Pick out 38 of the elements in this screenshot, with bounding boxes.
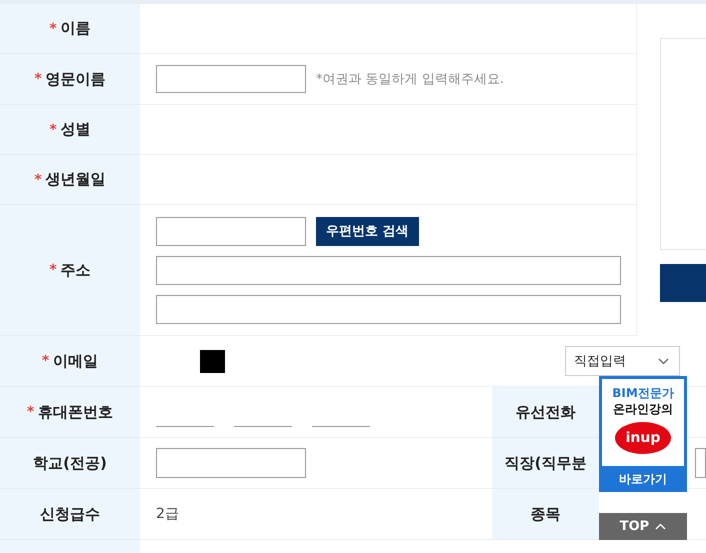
input-field[interactable] <box>156 256 621 284</box>
field-label: 이메일 <box>53 352 98 370</box>
redaction <box>200 350 225 372</box>
field-label: 직장(직무분 <box>504 454 586 472</box>
banner-link[interactable]: 바로가기 <box>599 466 687 492</box>
field-label: 주소 <box>60 260 91 280</box>
banner-text: 온라인강의 <box>613 401 673 417</box>
scroll-top-button[interactable]: TOP <box>599 513 687 540</box>
required-mark: * <box>49 20 57 36</box>
field-label: 생년월일 <box>46 170 106 189</box>
required-mark: * <box>34 71 42 87</box>
chevron-down-icon <box>658 358 669 364</box>
required-mark: * <box>49 262 57 278</box>
input-field[interactable] <box>156 65 306 93</box>
required-mark: * <box>34 172 42 188</box>
field-label: 성별 <box>60 120 91 139</box>
field-label: 영문이름 <box>46 70 106 88</box>
field-label: 학교(전공) <box>33 454 107 472</box>
field-label: 종목 <box>530 504 560 524</box>
input-field[interactable] <box>156 216 306 246</box>
postcode-search-button[interactable]: 우편번호 검색 <box>316 216 419 246</box>
required-mark: * <box>49 122 57 138</box>
chevron-up-icon <box>655 523 666 530</box>
field-label: 이름 <box>60 19 91 38</box>
required-mark: * <box>26 404 34 420</box>
field-label: 휴대폰번호 <box>38 402 114 422</box>
field-label: 신청급수 <box>40 504 100 524</box>
field-label: 유선전화 <box>516 402 576 422</box>
ad-banner[interactable]: BIM전문가 온라인강의 inup 바로가기 <box>599 376 687 492</box>
banner-text: BIM전문가 <box>612 385 674 401</box>
domain-select[interactable]: 직접입력 <box>565 346 680 376</box>
field-value: 2급 <box>156 505 179 523</box>
input-field[interactable] <box>156 294 621 324</box>
input-field[interactable] <box>156 448 306 478</box>
banner-logo: inup <box>615 422 671 454</box>
required-mark: * <box>42 353 50 369</box>
input-field[interactable] <box>695 448 706 478</box>
hint-text: *여권과 동일하게 입력해주세요. <box>316 71 504 88</box>
